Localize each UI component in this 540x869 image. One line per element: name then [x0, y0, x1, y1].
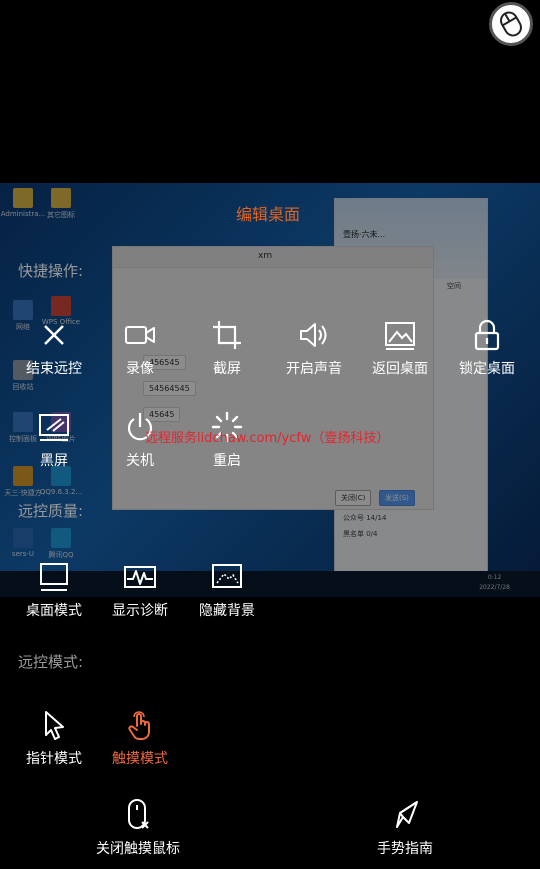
mode-label: 远控模式: — [18, 653, 84, 671]
record-label: 录像 — [126, 361, 154, 377]
hide-background-button[interactable]: 隐藏背景 — [185, 560, 269, 620]
lock-desktop-label: 锁定桌面 — [459, 361, 515, 377]
hide-background-label: 隐藏背景 — [199, 603, 255, 619]
screenshot-label: 截屏 — [213, 361, 241, 377]
pointer-icon — [45, 711, 64, 740]
diagnostics-icon — [124, 566, 156, 588]
mouse-icon — [500, 11, 522, 37]
gesture-guide-button[interactable]: 手势指南 — [363, 798, 447, 858]
quality-label: 远控质量: — [18, 502, 84, 520]
touch-mode-button[interactable]: 触摸模式 — [98, 708, 182, 768]
close-touch-mouse-button[interactable]: 关闭触摸鼠标 — [88, 798, 188, 858]
display-diagnostics-label: 显示诊断 — [112, 603, 168, 619]
speaker-icon — [300, 323, 327, 347]
monitor-icon — [40, 563, 68, 591]
black-screen-button[interactable]: 黑屏 — [12, 410, 96, 470]
sound-toggle-label: 开启声音 — [286, 361, 342, 377]
crop-icon — [213, 321, 241, 349]
screenshot-button[interactable]: 截屏 — [185, 318, 269, 378]
lock-desktop-button[interactable]: 锁定桌面 — [445, 318, 529, 378]
end-remote-button[interactable]: 结束远控 — [12, 318, 96, 378]
mouse-off-icon — [128, 799, 149, 829]
compass-icon — [396, 801, 418, 828]
desktop-mode-label: 桌面模式 — [26, 603, 82, 619]
close-icon — [44, 325, 64, 345]
restart-label: 重启 — [213, 453, 241, 469]
landscape-icon — [385, 322, 415, 350]
lock-icon — [474, 319, 500, 351]
close-touch-mouse-label: 关闭触摸鼠标 — [96, 841, 180, 857]
sound-toggle-button[interactable]: 开启声音 — [272, 318, 356, 378]
display-diagnostics-button[interactable]: 显示诊断 — [98, 560, 182, 620]
quick-ops-label: 快捷操作: — [18, 262, 84, 280]
hide-background-icon — [212, 564, 242, 588]
watermark-text: 远程服务lidchaw.com/ycfw（壹扬科技） — [145, 431, 390, 446]
pointer-mode-button[interactable]: 指针模式 — [12, 708, 96, 768]
black-screen-label: 黑屏 — [40, 453, 68, 469]
touch-hand-icon — [128, 711, 150, 740]
record-button[interactable]: 录像 — [98, 318, 182, 378]
gesture-guide-label: 手势指南 — [377, 841, 433, 857]
touch-mode-label: 触摸模式 — [112, 751, 168, 767]
return-desktop-label: 返回桌面 — [372, 361, 428, 377]
edit-desktop-button[interactable]: 编辑桌面 — [236, 201, 300, 225]
desktop-mode-button[interactable]: 桌面模式 — [12, 560, 96, 620]
return-desktop-button[interactable]: 返回桌面 — [358, 318, 442, 378]
video-camera-icon — [125, 326, 155, 344]
black-screen-icon — [39, 414, 69, 441]
end-remote-label: 结束远控 — [26, 361, 82, 377]
pointer-mode-label: 指针模式 — [26, 751, 82, 767]
overlay-dim — [0, 183, 540, 597]
shutdown-label: 关机 — [126, 453, 154, 469]
mouse-toggle-button[interactable] — [489, 2, 533, 46]
